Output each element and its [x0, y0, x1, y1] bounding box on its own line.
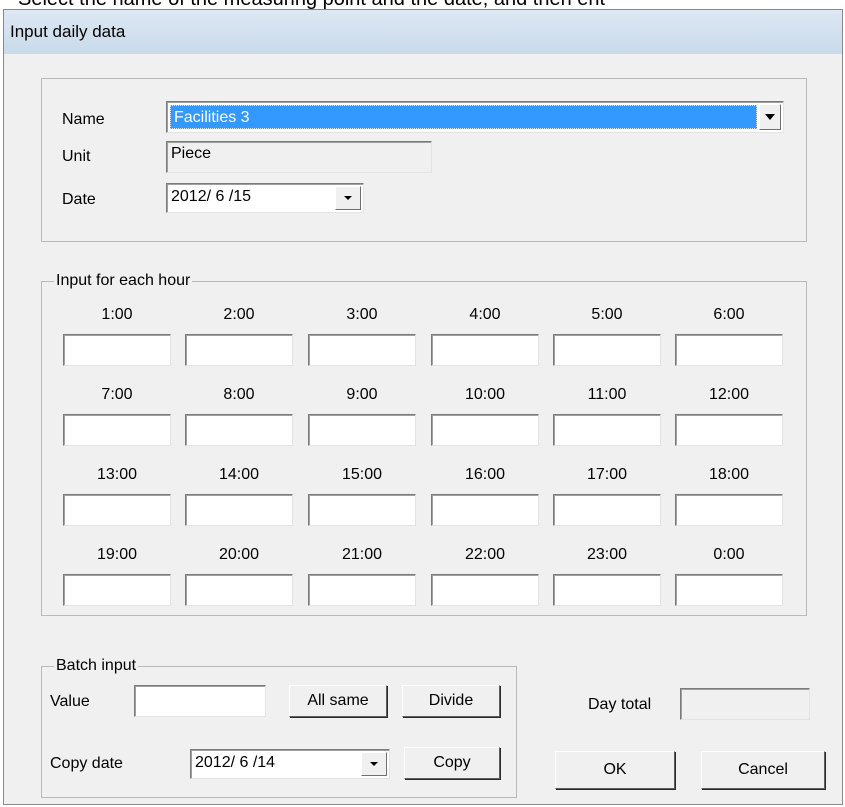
divide-button[interactable]: Divide [402, 685, 500, 717]
hour-label: 18:00 [708, 466, 750, 483]
date-value: 2012/ 6 /15 [171, 188, 252, 205]
hour-label: 7:00 [101, 386, 133, 403]
chevron-down-icon [370, 762, 378, 766]
hour-input[interactable] [553, 334, 661, 366]
copy-date-dropdown-button[interactable] [361, 752, 387, 776]
chevron-down-icon [344, 196, 352, 200]
hour-label: 21:00 [341, 546, 383, 563]
date-label: Date [62, 191, 96, 208]
date-picker[interactable]: 2012/ 6 /15 [166, 183, 364, 213]
copy-button[interactable]: Copy [404, 747, 500, 779]
hour-label: 10:00 [464, 386, 506, 403]
name-label: Name [62, 111, 105, 128]
window-title: Input daily data [10, 22, 126, 41]
hour-label: 1:00 [101, 306, 133, 323]
copy-date-value: 2012/ 6 /14 [195, 754, 276, 771]
hour-input[interactable] [308, 494, 416, 526]
hour-label: 8:00 [223, 386, 255, 403]
hour-input[interactable] [675, 414, 783, 446]
date-dropdown-button[interactable] [335, 186, 361, 210]
instruction-text: Select the name of the measuring point a… [0, 0, 845, 9]
hour-label: 16:00 [464, 466, 506, 483]
hour-label: 20:00 [218, 546, 260, 563]
hour-label: 19:00 [96, 546, 138, 563]
batch-input-legend: Batch input [54, 657, 139, 675]
unit-field: Piece [166, 141, 432, 173]
hour-input[interactable] [431, 334, 539, 366]
hour-input[interactable] [185, 414, 293, 446]
day-total-label: Day total [588, 696, 652, 713]
hour-input[interactable] [431, 494, 539, 526]
hour-input[interactable] [553, 574, 661, 606]
hour-label: 2:00 [223, 306, 255, 323]
unit-label: Unit [62, 148, 91, 165]
hour-label: 0:00 [713, 546, 745, 563]
dialog-body: Name Facilities 3 Unit Piece Date 2012/ … [4, 54, 842, 804]
hour-input[interactable] [185, 334, 293, 366]
all-same-button[interactable]: All same [289, 685, 387, 717]
hour-input[interactable] [431, 574, 539, 606]
hour-input[interactable] [675, 494, 783, 526]
hour-input[interactable] [63, 414, 171, 446]
hour-label: 9:00 [346, 386, 378, 403]
hour-label: 4:00 [469, 306, 501, 323]
hour-label: 15:00 [341, 466, 383, 483]
hour-input[interactable] [63, 574, 171, 606]
batch-value-input[interactable] [134, 685, 266, 717]
hourly-input-legend: Input for each hour [54, 272, 193, 290]
hour-label: 13:00 [96, 466, 138, 483]
hour-label: 22:00 [464, 546, 506, 563]
name-dropdown-button[interactable] [759, 104, 781, 130]
input-daily-data-dialog: Input daily data Name Facilities 3 Unit … [3, 9, 843, 805]
title-bar[interactable]: Input daily data [4, 10, 842, 55]
cancel-button[interactable]: Cancel [701, 751, 825, 789]
hour-label: 17:00 [586, 466, 628, 483]
day-total-field [680, 688, 810, 720]
hour-input[interactable] [553, 414, 661, 446]
hour-input[interactable] [185, 494, 293, 526]
hour-label: 3:00 [346, 306, 378, 323]
ok-button[interactable]: OK [555, 751, 675, 789]
batch-input-group: Batch input Value All same Divide Copy d… [41, 657, 517, 798]
hour-input[interactable] [308, 574, 416, 606]
copy-date-picker[interactable]: 2012/ 6 /14 [190, 749, 390, 779]
hour-label: 5:00 [591, 306, 623, 323]
name-selected-value: Facilities 3 [170, 105, 757, 129]
hour-input[interactable] [185, 574, 293, 606]
hour-input[interactable] [675, 574, 783, 606]
chevron-down-icon [765, 114, 775, 120]
batch-value-label: Value [50, 693, 90, 710]
hour-input[interactable] [63, 494, 171, 526]
name-combobox[interactable]: Facilities 3 [166, 101, 784, 133]
hour-label: 11:00 [587, 386, 627, 403]
hour-input[interactable] [553, 494, 661, 526]
hour-input[interactable] [308, 414, 416, 446]
hour-input[interactable] [431, 414, 539, 446]
hourly-input-group: Input for each hour 1:00 2:00 3:00 4:00 5:00… [41, 272, 807, 616]
hour-input[interactable] [308, 334, 416, 366]
hour-label: 6:00 [713, 306, 745, 323]
header-group: Name Facilities 3 Unit Piece Date 2012/ … [41, 78, 807, 242]
hour-label: 14:00 [218, 466, 260, 483]
copy-date-label: Copy date [50, 755, 123, 772]
hour-label: 12:00 [708, 386, 750, 403]
hour-label: 23:00 [586, 546, 628, 563]
hour-input[interactable] [63, 334, 171, 366]
hour-input[interactable] [675, 334, 783, 366]
